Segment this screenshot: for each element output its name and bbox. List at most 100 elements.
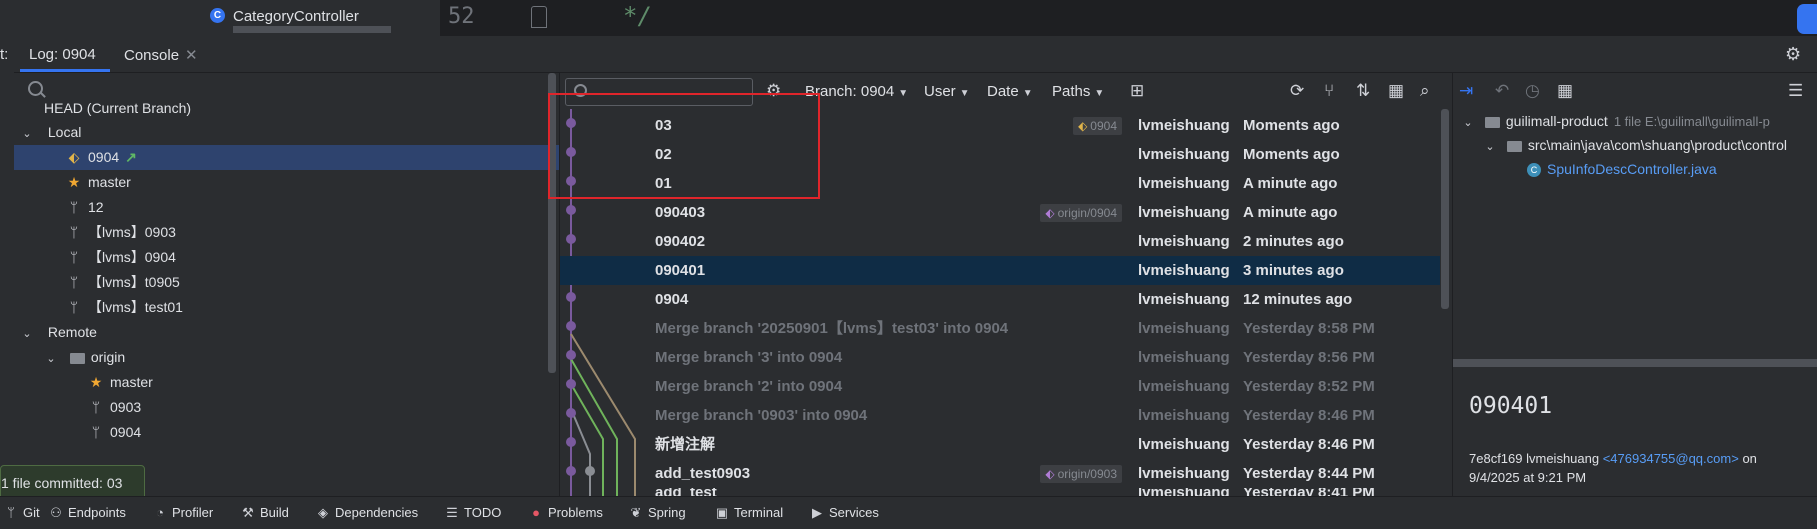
cherry-pick-icon[interactable]: ⑂ — [1324, 81, 1334, 101]
branch-item-local-12[interactable]: ᛘ 12 — [14, 195, 559, 220]
code-comment[interactable]: */ — [623, 2, 652, 30]
sort-icon[interactable]: ⇅ — [1356, 81, 1370, 101]
horizontal-scrollbar[interactable] — [233, 26, 391, 33]
commit-row[interactable]: add_test lvmeishuang Yesterday 8:41 PM — [560, 488, 1440, 496]
gear-icon[interactable]: ⚙ — [1785, 44, 1801, 65]
chevron-down-icon[interactable]: ⌄ — [20, 322, 34, 347]
branch-group-local[interactable]: ⌄ Local — [14, 120, 559, 145]
branch-group-origin[interactable]: ⌄ origin — [14, 345, 559, 370]
tag-icon: ⬖ — [1078, 119, 1088, 133]
group-by-icon[interactable]: ▦ — [1388, 81, 1404, 101]
collapse-icon[interactable]: ☰ — [1788, 81, 1803, 101]
git-icon: ᛘ — [7, 505, 15, 520]
tool-todo[interactable]: ☰ TODO — [445, 505, 501, 521]
tool-services[interactable]: ▶ Services — [810, 505, 879, 521]
branch-item-local-lvms-t0905[interactable]: ᛘ 【lvms】t0905 — [14, 270, 559, 295]
tool-spring[interactable]: ❦ Spring — [629, 505, 686, 521]
branch-filter-dropdown[interactable]: Branch: 0904 ▼ — [805, 83, 908, 100]
module-icon — [1484, 116, 1500, 128]
tool-profiler[interactable]: ◔ Profiler — [153, 505, 213, 520]
branch-item-local-lvms-test01[interactable]: ᛘ 【lvms】test01 — [14, 295, 559, 320]
commit-row[interactable]: 090403 ⬖ origin/0904 lvmeishuang A minute… — [560, 198, 1440, 227]
tool-problems[interactable]: ● Problems — [529, 505, 603, 520]
branch-icon: ᛘ — [69, 249, 79, 265]
commit-row-merge[interactable]: Merge branch '0903' into 0904 lvmeishuan… — [560, 401, 1440, 430]
branch-item-local-lvms-0904[interactable]: ᛘ 【lvms】0904 — [14, 245, 559, 270]
tag-icon: ⬖ — [1045, 206, 1055, 220]
commit-row-merge[interactable]: Merge branch '20250901【lvms】test03' into… — [560, 314, 1440, 343]
commit-subject: Merge branch '3' into 0904 — [655, 349, 843, 366]
author-email-link[interactable]: <476934755@qq.com> — [1603, 451, 1739, 466]
branch-label: 0904 — [110, 424, 142, 440]
date-filter-label: Date — [987, 83, 1019, 100]
commit-author: lvmeishuang — [1138, 117, 1230, 134]
commit-date: Yesterday 8:58 PM — [1243, 320, 1375, 337]
commit-row-merge[interactable]: Merge branch '3' into 0904 lvmeishuang Y… — [560, 343, 1440, 372]
history-icon[interactable]: ◷ — [1525, 81, 1540, 101]
todo-icon: ☰ — [446, 505, 458, 520]
group-by-icon[interactable]: ▦ — [1557, 81, 1573, 101]
ref-label: 0904 — [1090, 119, 1117, 133]
chevron-down-icon[interactable]: ⌄ — [44, 347, 58, 372]
commit-row[interactable]: 03 ⬖ 0904 lvmeishuang Moments ago — [560, 111, 1440, 140]
commit-row[interactable]: 新增注解 lvmeishuang Yesterday 8:46 PM — [560, 430, 1440, 459]
branch-item-local-0904[interactable]: ⬖ 0904 ↗ — [14, 145, 559, 170]
branch-group-remote[interactable]: ⌄ Remote — [14, 320, 559, 345]
search-icon[interactable] — [28, 81, 43, 96]
branch-item-local-lvms-0903[interactable]: ᛘ 【lvms】0903 — [14, 220, 559, 245]
commit-row[interactable]: 0904 lvmeishuang 12 minutes ago — [560, 285, 1440, 314]
commit-row-selected[interactable]: 090401 lvmeishuang 3 minutes ago — [560, 256, 1440, 285]
commit-title: 090401 — [1469, 393, 1553, 419]
branch-group-label: Remote — [47, 324, 97, 340]
fold-marker-icon[interactable] — [531, 6, 547, 28]
refresh-icon[interactable]: ⟳ — [1290, 81, 1304, 101]
changed-package[interactable]: ⌄ src\main\java\com\shuang\product\contr… — [1483, 133, 1787, 157]
commit-row[interactable]: 02 lvmeishuang Moments ago — [560, 140, 1440, 169]
commit-author: lvmeishuang — [1138, 291, 1230, 308]
paths-filter-dropdown[interactable]: Paths ▼ — [1052, 83, 1104, 100]
commit-author: lvmeishuang — [1138, 465, 1230, 482]
chevron-down-icon[interactable]: ⌄ — [20, 122, 34, 147]
chevron-down-icon[interactable]: ⌄ — [1461, 111, 1475, 135]
dropdown-arrow-icon: ▼ — [959, 88, 970, 99]
tool-dependencies[interactable]: ◈ Dependencies — [316, 505, 418, 521]
user-filter-dropdown[interactable]: User ▼ — [924, 83, 970, 100]
tool-label: TODO — [464, 505, 502, 520]
new-tab-icon[interactable]: ⊞ — [1130, 81, 1144, 101]
branch-head[interactable]: HEAD (Current Branch) — [14, 96, 559, 121]
commit-subject: 090402 — [655, 233, 706, 250]
commit-row[interactable]: add_test0903 ⬖ origin/0903 lvmeishuang Ye… — [560, 459, 1440, 488]
log-scrollbar[interactable] — [1441, 109, 1449, 309]
close-icon[interactable]: ✕ — [185, 47, 198, 64]
tool-endpoints[interactable]: ⚇ Endpoints — [49, 505, 126, 521]
tool-build[interactable]: ⚒ Build — [241, 505, 289, 521]
commit-row[interactable]: 090402 lvmeishuang 2 minutes ago — [560, 227, 1440, 256]
tool-label: Git — [23, 505, 40, 520]
ai-assistant-icon[interactable] — [1797, 4, 1817, 34]
changed-module[interactable]: ⌄ guilimall-product 1 file E:\guilimall\g… — [1461, 109, 1770, 133]
date-filter-dropdown[interactable]: Date ▼ — [987, 83, 1033, 100]
commit-subject: Merge branch '2' into 0904 — [655, 378, 843, 395]
project-item-category-controller[interactable]: CategoryController — [233, 8, 359, 25]
branch-item-remote-0903[interactable]: ᛘ 0903 — [14, 395, 559, 420]
tool-terminal[interactable]: ▣ Terminal — [715, 505, 783, 521]
commit-log-panel: ⚙ Branch: 0904 ▼ User ▼ Date ▼ Paths ▼ ⊞ ⟳ ⑂… — [548, 73, 1451, 496]
search-commit-icon[interactable]: ⌕ — [1420, 81, 1430, 101]
commit-author: lvmeishuang — [1138, 378, 1230, 395]
revert-icon[interactable]: ↶ — [1495, 81, 1509, 101]
commit-info-on: on — [1742, 451, 1757, 466]
tag-icon: ⬖ — [1045, 467, 1055, 481]
tab-log[interactable]: Log: 0904 — [29, 46, 96, 63]
chevron-down-icon[interactable]: ⌄ — [1483, 135, 1497, 159]
tab-console[interactable]: Console ✕ — [124, 46, 198, 64]
commit-row-merge[interactable]: Merge branch '2' into 0904 lvmeishuang Y… — [560, 372, 1440, 401]
changed-file[interactable]: C SpuInfoDescController.java — [1527, 157, 1717, 181]
branch-item-local-master[interactable]: ★ master — [14, 170, 559, 195]
commit-date: Moments ago — [1243, 117, 1340, 134]
details-splitter[interactable] — [1453, 359, 1817, 367]
branch-item-remote-0904[interactable]: ᛘ 0904 — [14, 420, 559, 445]
branch-item-remote-master[interactable]: ★ master — [14, 370, 559, 395]
tool-git[interactable]: ᛘ Git — [4, 505, 40, 520]
expand-icon[interactable]: ⇥ — [1459, 81, 1473, 101]
commit-row[interactable]: 01 lvmeishuang A minute ago — [560, 169, 1440, 198]
